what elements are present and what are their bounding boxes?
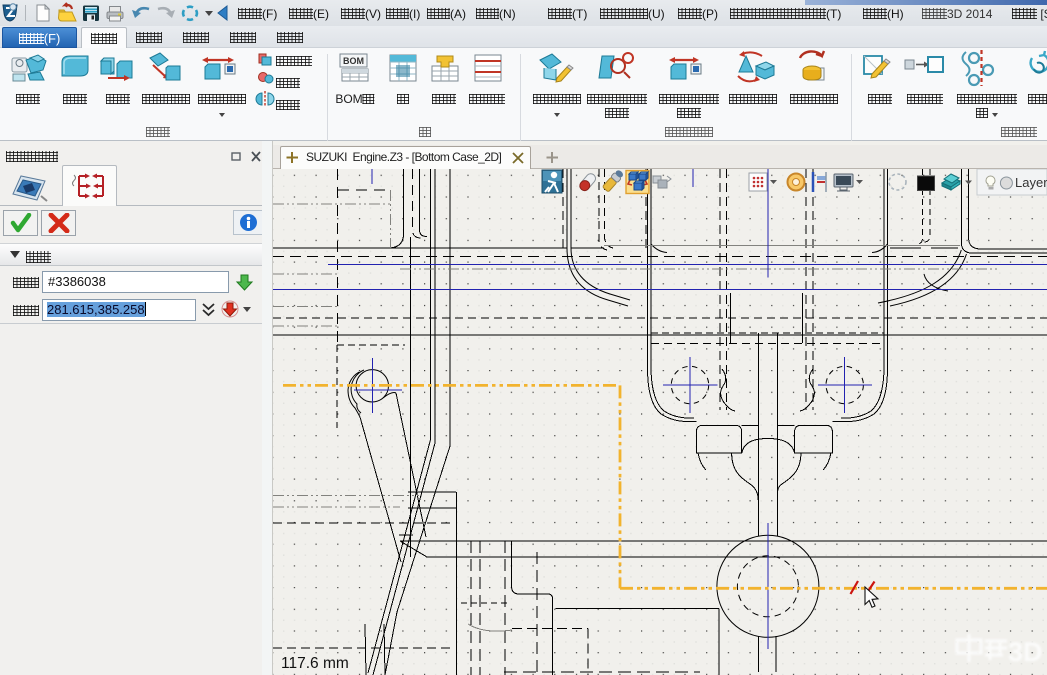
svg-text:Layer0: Layer0 <box>1015 175 1047 190</box>
svg-text:BOM: BOM <box>343 56 364 66</box>
svg-text:117.6 mm: 117.6 mm <box>281 655 349 672</box>
svg-text:3D: 3D <box>1008 637 1043 667</box>
